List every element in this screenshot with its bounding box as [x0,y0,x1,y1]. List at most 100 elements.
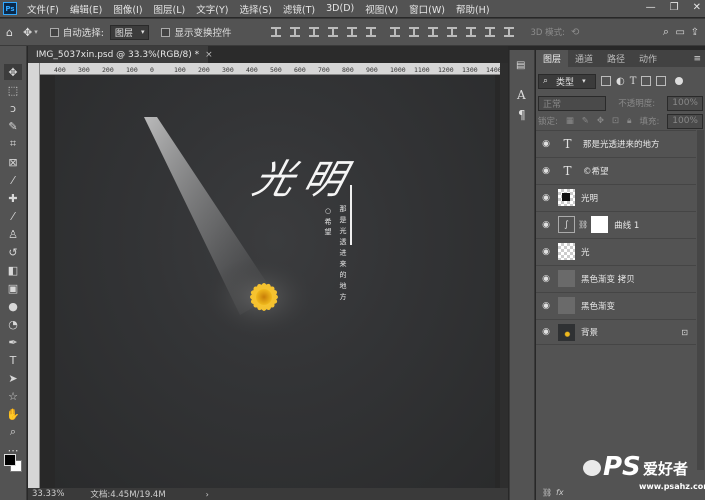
preset-chevron-icon[interactable]: ▾ [34,28,38,36]
lock-all-icon[interactable]: 🔒︎ [627,116,632,126]
blur-tool-icon[interactable]: ● [4,298,22,314]
dodge-tool-icon[interactable]: ◔ [4,316,22,332]
character-panel-icon[interactable]: A [517,88,526,102]
menu-help[interactable]: 帮助(H) [456,2,490,16]
lock-position-icon[interactable]: ✥ [597,116,604,126]
align-hcenter-icon[interactable] [347,27,358,37]
menu-file[interactable]: 文件(F) [27,2,59,16]
menu-image[interactable]: 图像(I) [113,2,142,16]
menu-layer[interactable]: 图层(L) [154,2,186,16]
distribute-right-icon[interactable] [485,27,496,37]
gradient-tool-icon[interactable]: ▣ [4,280,22,296]
show-transform-checkbox[interactable] [161,27,171,37]
align-top-icon[interactable] [271,27,282,37]
crop-tool-icon[interactable]: ⌗ [4,136,22,152]
status-arrow-icon[interactable]: › [206,490,209,499]
layer-row[interactable]: ◉ 背景 ⊡ [536,319,696,345]
lock-artboard-icon[interactable]: ⊡ [612,116,619,126]
close-button[interactable]: ✕ [693,2,701,13]
layer-row[interactable]: ◉ 光 [536,238,696,264]
filter-shape-icon[interactable] [641,76,652,86]
3d-orbit-icon[interactable]: ⟲ [571,27,579,38]
home-icon[interactable]: ⌂ [6,26,13,39]
minimize-button[interactable]: — [646,2,656,13]
lasso-tool-icon[interactable]: ↄ [4,100,22,116]
visibility-eye-icon[interactable]: ◉ [536,274,556,284]
blend-mode-dropdown[interactable]: 正常 [538,95,606,111]
auto-select-dropdown[interactable]: 图层 ▾ [109,24,150,40]
lock-pixels-icon[interactable]: ✎ [582,116,589,126]
menu-window[interactable]: 窗口(W) [409,2,445,16]
tab-channels[interactable]: 通道 [568,50,600,67]
menu-select[interactable]: 选择(S) [239,2,271,16]
layer-row[interactable]: ◉ ∫ ⛓ 曲线 1 [536,211,696,237]
visibility-eye-icon[interactable]: ◉ [536,139,556,149]
menu-type[interactable]: 文字(Y) [196,2,228,16]
paragraph-panel-icon[interactable]: ¶ [518,108,526,122]
tab-layers[interactable]: 图层 [536,50,569,67]
tab-paths[interactable]: 路径 [600,50,632,67]
search-icon[interactable]: ⌕ [663,25,669,39]
filter-smart-object-icon[interactable] [656,76,667,86]
menu-view[interactable]: 视图(V) [365,2,398,16]
history-brush-tool-icon[interactable]: ↺ [4,244,22,260]
filter-type-icon[interactable]: T [630,76,637,87]
tab-actions[interactable]: 动作 [632,50,664,67]
filter-adjustment-icon[interactable]: ◐ [616,76,625,87]
auto-select-checkbox[interactable] [49,27,59,37]
filter-kind-dropdown[interactable]: ⌕ 类型 ▾ [538,73,596,89]
visibility-eye-icon[interactable]: ◉ [536,247,556,257]
auto-align-icon[interactable] [504,27,515,37]
share-icon[interactable]: ⇪ [691,27,699,38]
visibility-eye-icon[interactable]: ◉ [536,220,556,230]
layers-scrollbar[interactable] [697,130,704,470]
align-left-icon[interactable] [328,27,339,37]
marquee-tool-icon[interactable]: ⬚ [4,82,22,98]
pen-tool-icon[interactable]: ✒ [4,334,22,350]
layer-row[interactable]: ◉ 光明 [536,184,696,210]
link-layers-icon[interactable]: ⛓ [542,488,552,497]
brush-tool-icon[interactable]: ⁄ [4,208,22,224]
clone-stamp-tool-icon[interactable]: ♙ [4,226,22,242]
canvas-scrollbar[interactable] [500,63,508,488]
lock-transparent-icon[interactable]: ▦ [566,116,574,126]
distribute-vcenter-icon[interactable] [409,27,420,37]
hand-tool-icon[interactable]: ✋ [4,406,22,422]
layer-row[interactable]: ◉ T ©希望 [536,157,696,183]
document-tab[interactable]: IMG_5037xin.psd @ 33.3%(RGB/8) * × [28,46,213,63]
path-select-tool-icon[interactable]: ➤ [4,370,22,386]
eyedropper-tool-icon[interactable]: ⁄ [4,172,22,188]
restore-button[interactable]: ❐ [670,2,679,13]
workspace-icon[interactable]: ▭ [676,27,685,38]
close-tab-icon[interactable]: × [205,50,213,60]
eraser-tool-icon[interactable]: ◧ [4,262,22,278]
visibility-eye-icon[interactable]: ◉ [536,193,556,203]
menu-filter[interactable]: 滤镜(T) [283,2,315,16]
document-canvas[interactable]: 光明 那是光透进来的地方 ○希望 [55,75,495,488]
filter-pixel-icon[interactable] [601,76,611,86]
healing-brush-tool-icon[interactable]: ✚ [4,190,22,206]
visibility-eye-icon[interactable]: ◉ [536,327,556,337]
type-tool-icon[interactable]: T [4,352,22,368]
distribute-left-icon[interactable] [447,27,458,37]
libraries-icon[interactable]: ▤ [516,60,530,72]
align-right-icon[interactable] [366,27,377,37]
align-bottom-icon[interactable] [309,27,320,37]
zoom-tool-icon[interactable]: ⌕ [4,424,22,440]
visibility-eye-icon[interactable]: ◉ [536,301,556,311]
menu-edit[interactable]: 编辑(E) [70,2,102,16]
move-tool-icon[interactable]: ✥ [4,64,22,80]
visibility-eye-icon[interactable]: ◉ [536,166,556,176]
layer-row[interactable]: ◉ T 那是光透进来的地方 [536,130,696,156]
filter-toggle-icon[interactable] [675,77,684,85]
distribute-hcenter-icon[interactable] [466,27,477,37]
align-vcenter-icon[interactable] [290,27,301,37]
move-tool-preset-icon[interactable]: ✥ [23,26,32,39]
layer-row[interactable]: ◉ 黑色渐变 拷贝 [536,265,696,291]
panel-menu-icon[interactable]: ≡ [693,54,701,64]
fill-field[interactable]: 100% [667,113,703,129]
zoom-level[interactable]: 33.33% [32,489,64,499]
vertical-ruler[interactable] [28,63,40,488]
horizontal-ruler[interactable]: 400 300 200 100 0 100 200 300 400 500 600 700 800 900… [40,63,508,75]
fx-icon[interactable]: fx [556,488,564,497]
